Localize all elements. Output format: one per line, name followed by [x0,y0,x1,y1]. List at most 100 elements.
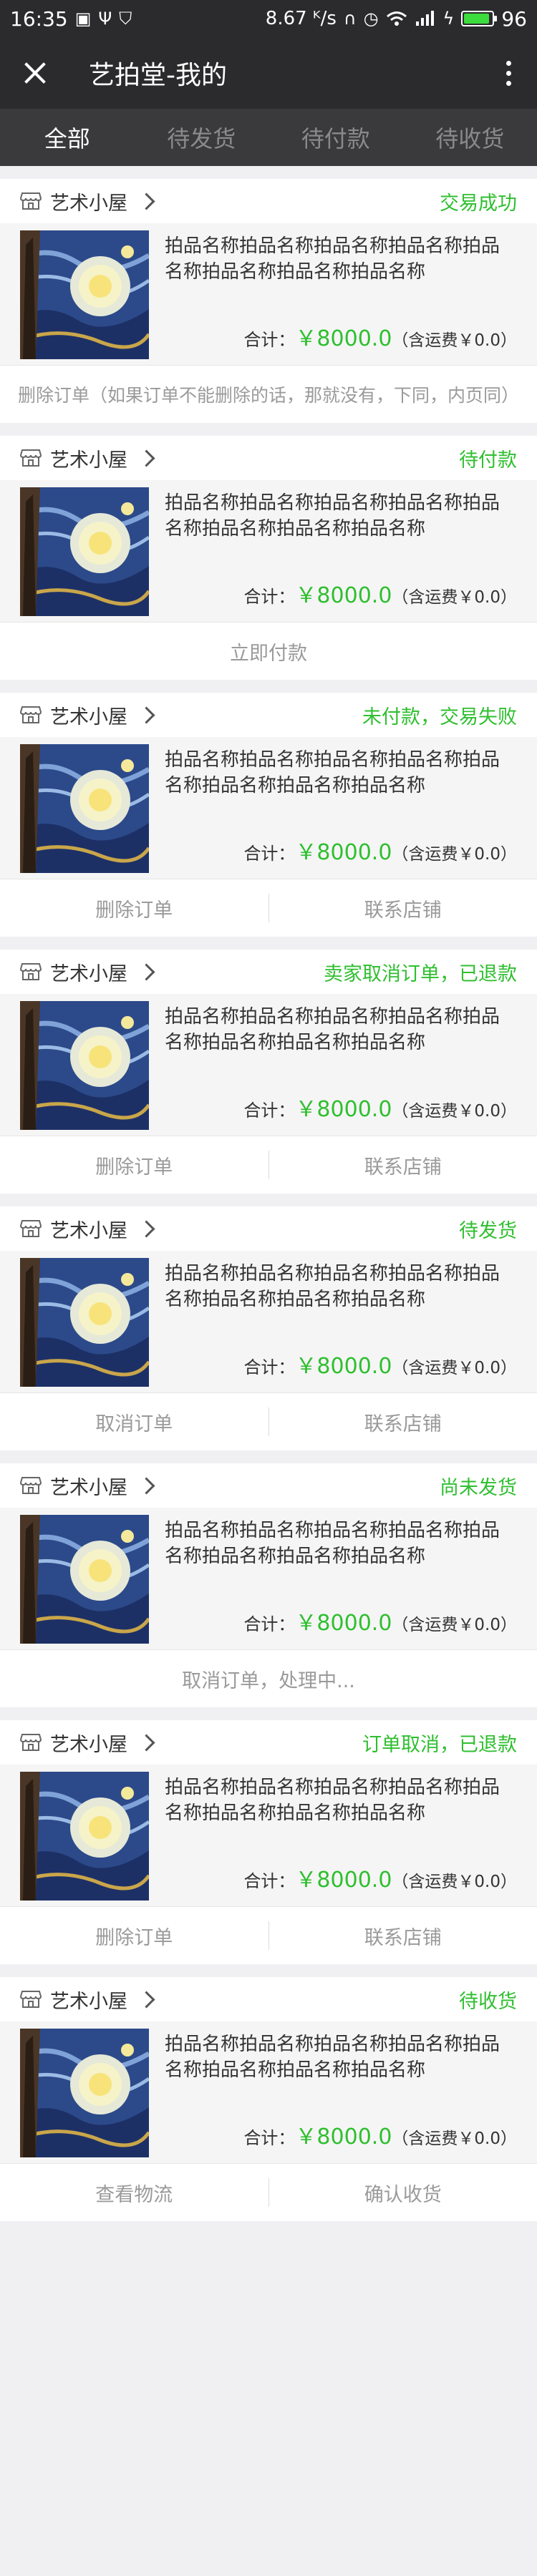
shop-link[interactable]: 艺术小屋 [20,1215,155,1243]
shop-link[interactable]: 艺术小屋 [20,1472,155,1500]
shop-icon [20,1220,42,1237]
artwork-thumbnail[interactable] [20,1001,149,1130]
shop-icon [20,1991,42,2008]
tab-3[interactable]: 待收货 [403,109,537,166]
order-card: 艺术小屋 待付款 拍品名称拍品名称拍品名称拍品名称拍品名称拍品名称拍品名称拍品名… [0,436,537,680]
order-item[interactable]: 拍品名称拍品名称拍品名称拍品名称拍品名称拍品名称拍品名称拍品名称 合计：￥800… [0,994,537,1136]
shipping-fee: （含运费￥0.0） [392,331,517,350]
total-price: ￥8000.0 [295,583,392,608]
chevron-right-icon [137,1990,155,2009]
order-status: 未付款，交易失败 [362,706,517,728]
shop-name: 艺术小屋 [50,962,127,985]
order-list: 艺术小屋 交易成功 拍品名称拍品名称拍品名称拍品名称拍品名称拍品名称拍品名称拍品… [0,166,537,2221]
item-name: 拍品名称拍品名称拍品名称拍品名称拍品名称拍品名称拍品名称拍品名称 [165,2034,500,2081]
order-item[interactable]: 拍品名称拍品名称拍品名称拍品名称拍品名称拍品名称拍品名称拍品名称 合计：￥800… [0,1508,537,1649]
shipping-fee: （含运费￥0.0） [392,1616,517,1634]
shop-link[interactable]: 艺术小屋 [20,701,155,729]
total-label: 合计： [243,844,296,864]
shop-icon [20,1734,42,1751]
shop-name: 艺术小屋 [50,1733,127,1756]
order-total: 合计：￥8000.0（含运费￥0.0） [243,2119,517,2150]
order-status: 待付款 [459,449,517,472]
tab-1[interactable]: 待发货 [135,109,269,166]
order-status: 尚未发货 [440,1476,517,1499]
order-item[interactable]: 拍品名称拍品名称拍品名称拍品名称拍品名称拍品名称拍品名称拍品名称 合计：￥800… [0,1765,537,1906]
order-item[interactable]: 拍品名称拍品名称拍品名称拍品名称拍品名称拍品名称拍品名称拍品名称 合计：￥800… [0,480,537,622]
shop-link[interactable]: 艺术小屋 [20,1729,155,1757]
artwork-thumbnail[interactable] [20,1515,149,1644]
tab-2[interactable]: 待付款 [268,109,403,166]
shop-link[interactable]: 艺术小屋 [20,1986,155,2014]
order-header: 艺术小屋 交易成功 [0,179,537,223]
item-info: 拍品名称拍品名称拍品名称拍品名称拍品名称拍品名称拍品名称拍品名称 合计：￥800… [149,1001,517,1136]
shop-link[interactable]: 艺术小屋 [20,187,155,215]
order-item[interactable]: 拍品名称拍品名称拍品名称拍品名称拍品名称拍品名称拍品名称拍品名称 合计：￥800… [0,1251,537,1392]
order-total: 合计：￥8000.0（含运费￥0.0） [243,1605,517,1636]
artwork-thumbnail[interactable] [20,230,149,359]
item-name: 拍品名称拍品名称拍品名称拍品名称拍品名称拍品名称拍品名称拍品名称 [165,235,500,283]
shop-icon [20,963,42,980]
order-status: 待收货 [459,1990,517,2013]
battery-percent: 96 [501,6,527,31]
order-item[interactable]: 拍品名称拍品名称拍品名称拍品名称拍品名称拍品名称拍品名称拍品名称 合计：￥800… [0,2021,537,2163]
order-action-button[interactable]: 联系店铺 [269,1151,537,1179]
artwork-thumbnail[interactable] [20,1772,149,1901]
artwork-thumbnail[interactable] [20,487,149,616]
shop-icon [20,1477,42,1494]
shop-name: 艺术小屋 [50,192,127,215]
shop-name: 艺术小屋 [50,1990,127,2013]
battery-icon [461,11,498,26]
order-status: 交易成功 [440,192,517,215]
order-header: 艺术小屋 待发货 [0,1206,537,1251]
tab-0[interactable]: 全部 [0,109,135,166]
chevron-right-icon [137,1219,155,1238]
item-info: 拍品名称拍品名称拍品名称拍品名称拍品名称拍品名称拍品名称拍品名称 合计：￥800… [149,1258,517,1392]
order-action-button[interactable]: 删除订单 [0,1922,268,1950]
item-info: 拍品名称拍品名称拍品名称拍品名称拍品名称拍品名称拍品名称拍品名称 合计：￥800… [149,1772,517,1906]
item-info: 拍品名称拍品名称拍品名称拍品名称拍品名称拍品名称拍品名称拍品名称 合计：￥800… [149,744,517,879]
order-item[interactable]: 拍品名称拍品名称拍品名称拍品名称拍品名称拍品名称拍品名称拍品名称 合计：￥800… [0,223,537,365]
chevron-right-icon [137,192,155,210]
total-label: 合计： [243,587,296,607]
order-action-button[interactable]: 删除订单 [0,894,268,922]
total-label: 合计： [243,330,296,350]
order-item[interactable]: 拍品名称拍品名称拍品名称拍品名称拍品名称拍品名称拍品名称拍品名称 合计：￥800… [0,737,537,879]
order-action-button[interactable]: 取消订单，处理中... [0,1665,537,1693]
wifi-icon [386,11,407,26]
shop-link[interactable]: 艺术小屋 [20,444,155,472]
item-name: 拍品名称拍品名称拍品名称拍品名称拍品名称拍品名称拍品名称拍品名称 [165,1777,500,1824]
shop-name: 艺术小屋 [50,449,127,472]
status-bar-right: 8.67 ᴷ/s ∩ ◷ ϟ 96 [266,7,527,31]
order-card: 艺术小屋 卖家取消订单，已退款 拍品名称拍品名称拍品名称拍品名称拍品名称拍品名称… [0,950,537,1194]
order-actions: 删除订单（如果订单不能删除的话，那就没有，下同，内页同） [0,365,537,423]
total-label: 合计： [243,1871,296,1891]
total-price: ￥8000.0 [295,326,392,351]
order-action-button[interactable]: 联系店铺 [269,894,537,922]
order-action-button[interactable]: 确认收货 [269,2179,537,2207]
shop-name: 艺术小屋 [50,706,127,728]
item-info: 拍品名称拍品名称拍品名称拍品名称拍品名称拍品名称拍品名称拍品名称 合计：￥800… [149,487,517,622]
artwork-thumbnail[interactable] [20,1258,149,1387]
shop-link[interactable]: 艺术小屋 [20,958,155,986]
more-icon[interactable] [494,52,523,94]
close-icon[interactable] [14,52,57,94]
artwork-thumbnail[interactable] [20,2029,149,2157]
order-action-button[interactable]: 删除订单 [0,1151,268,1179]
order-action-button[interactable]: 查看物流 [0,2179,268,2207]
item-name: 拍品名称拍品名称拍品名称拍品名称拍品名称拍品名称拍品名称拍品名称 [165,1263,500,1310]
artwork-thumbnail[interactable] [20,744,149,873]
total-price: ￥8000.0 [295,1097,392,1122]
order-action-button[interactable]: 取消订单 [0,1408,268,1436]
total-price: ￥8000.0 [295,2124,392,2150]
order-action-button[interactable]: 立即付款 [0,638,537,665]
order-action-button[interactable]: 联系店铺 [269,1922,537,1950]
order-action-button[interactable]: 联系店铺 [269,1408,537,1436]
headphones-icon: ∩ [343,9,357,29]
order-action-button[interactable]: 删除订单（如果订单不能删除的话，那就没有，下同，内页同） [0,381,537,407]
order-actions: 删除订单 联系店铺 [0,1906,537,1964]
order-total: 合计：￥8000.0（含运费￥0.0） [243,321,517,352]
total-label: 合计： [243,1357,296,1377]
shipping-fee: （含运费￥0.0） [392,1873,517,1891]
order-actions: 取消订单，处理中... [0,1649,537,1707]
image-icon: ▣ [74,9,92,29]
